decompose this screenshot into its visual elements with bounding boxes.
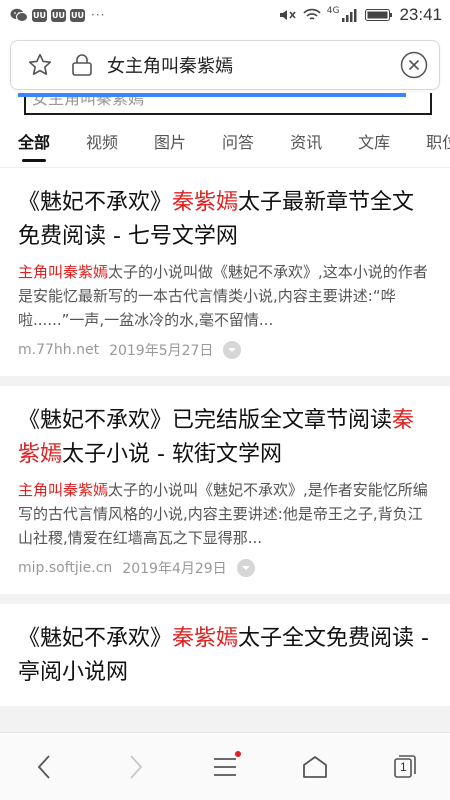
tab-news[interactable]: 资讯 bbox=[290, 118, 322, 167]
tab-count: 1 bbox=[400, 759, 407, 774]
snippet-highlight: 主角叫秦紫嫣 bbox=[18, 481, 109, 499]
result-title-text[interactable]: 《魅妃不承欢》 bbox=[18, 626, 172, 651]
clock: 23:41 bbox=[399, 5, 442, 24]
result-title-text[interactable]: 《魅妃不承欢》 bbox=[18, 190, 172, 215]
tab-images[interactable]: 图片 bbox=[154, 118, 186, 167]
notification-app-icon: UU bbox=[32, 8, 47, 22]
result-snippet: 主角叫秦紫嫣太子的小说叫《魅妃不承欢》,是作者安能忆所编写的古代言情风格的小说,… bbox=[18, 478, 432, 550]
search-results: 《魅妃不承欢》秦紫嫣太子最新章节全文免费阅读 - 七号文学网 主角叫秦紫嫣太子的… bbox=[0, 168, 450, 732]
tab-qa[interactable]: 问答 bbox=[222, 118, 254, 167]
result-card[interactable]: 《魅妃不承欢》秦紫嫣太子全文免费阅读 - 亭阅小说网 bbox=[0, 604, 450, 706]
result-snippet: 主角叫秦紫嫣太子的小说叫做《魅妃不承欢》,这本小说的作者是安能忆最新写的一本古代… bbox=[18, 260, 432, 332]
forward-button[interactable] bbox=[105, 737, 165, 797]
loading-progress-bar bbox=[18, 93, 406, 97]
menu-button[interactable] bbox=[195, 737, 255, 797]
tab-all[interactable]: 全部 bbox=[18, 118, 50, 167]
result-card[interactable]: 《魅妃不承欢》已完结版全文章节阅读秦紫嫣太子小说 - 软街文学网 主角叫秦紫嫣太… bbox=[0, 386, 450, 594]
home-button[interactable] bbox=[285, 737, 345, 797]
search-input[interactable]: 女主角叫秦紫嫣 bbox=[107, 52, 399, 78]
result-options-button[interactable] bbox=[236, 559, 255, 577]
network-type-label: 4G bbox=[326, 6, 340, 16]
signal-icon bbox=[341, 8, 359, 22]
status-bar: UU UU UU ··· 4G 23:41 bbox=[0, 0, 450, 30]
notification-dot bbox=[235, 750, 241, 757]
result-title[interactable]: 《魅妃不承欢》秦紫嫣太子最新章节全文免费阅读 - 七号文学网 bbox=[18, 186, 432, 254]
more-notifications-indicator: ··· bbox=[91, 8, 106, 22]
search-category-tabs: 全部 视频 图片 问答 资讯 文库 职位 bbox=[0, 118, 450, 168]
forward-arrow-icon bbox=[130, 754, 143, 779]
result-title-text[interactable]: 《魅妃不承欢》已完结版全文章节阅读 bbox=[18, 408, 392, 433]
star-icon[interactable] bbox=[27, 52, 53, 78]
result-domain: mip.softjie.cn bbox=[18, 560, 113, 576]
tab-library[interactable]: 文库 bbox=[358, 118, 390, 167]
lock-icon bbox=[71, 53, 93, 77]
result-title[interactable]: 《魅妃不承欢》已完结版全文章节阅读秦紫嫣太子小说 - 软街文学网 bbox=[18, 404, 432, 472]
wifi-icon bbox=[303, 8, 321, 22]
notification-app-icon: UU bbox=[70, 8, 85, 22]
bottom-navigation: 1 bbox=[0, 732, 450, 800]
tab-video[interactable]: 视频 bbox=[86, 118, 118, 167]
status-system: 4G 23:41 bbox=[279, 5, 442, 25]
back-arrow-icon bbox=[37, 754, 50, 779]
mute-icon bbox=[279, 8, 297, 22]
snippet-highlight: 主角叫秦紫嫣 bbox=[18, 263, 109, 281]
result-card[interactable]: 《魅妃不承欢》秦紫嫣太子最新章节全文免费阅读 - 七号文学网 主角叫秦紫嫣太子的… bbox=[0, 168, 450, 376]
result-domain: m.77hh.net bbox=[18, 342, 100, 358]
search-bar[interactable]: 女主角叫秦紫嫣 bbox=[10, 40, 440, 90]
result-meta: m.77hh.net 2019年5月27日 bbox=[18, 340, 432, 360]
wechat-icon bbox=[10, 8, 28, 23]
result-title-highlight[interactable]: 秦紫嫣 bbox=[172, 190, 238, 215]
status-notifications: UU UU UU ··· bbox=[10, 8, 105, 23]
tabs-button[interactable]: 1 bbox=[375, 737, 435, 797]
battery-icon bbox=[365, 8, 393, 22]
menu-icon bbox=[214, 757, 236, 776]
chevron-down-icon bbox=[241, 566, 250, 570]
notification-app-icon: UU bbox=[51, 8, 66, 22]
result-title-text[interactable]: 太子小说 - 软街文学网 bbox=[62, 442, 282, 467]
chevron-down-icon bbox=[228, 348, 237, 352]
result-title-highlight[interactable]: 秦紫嫣 bbox=[172, 626, 238, 651]
result-options-button[interactable] bbox=[223, 341, 242, 359]
result-meta: mip.softjie.cn 2019年4月29日 bbox=[18, 558, 432, 578]
result-date: 2019年5月27日 bbox=[109, 343, 214, 359]
home-icon bbox=[303, 755, 327, 778]
result-date: 2019年4月29日 bbox=[122, 561, 227, 577]
result-title[interactable]: 《魅妃不承欢》秦紫嫣太子全文免费阅读 - 亭阅小说网 bbox=[18, 622, 432, 690]
tab-jobs[interactable]: 职位 bbox=[426, 118, 450, 167]
clear-search-icon[interactable] bbox=[399, 50, 429, 80]
back-button[interactable] bbox=[15, 737, 75, 797]
